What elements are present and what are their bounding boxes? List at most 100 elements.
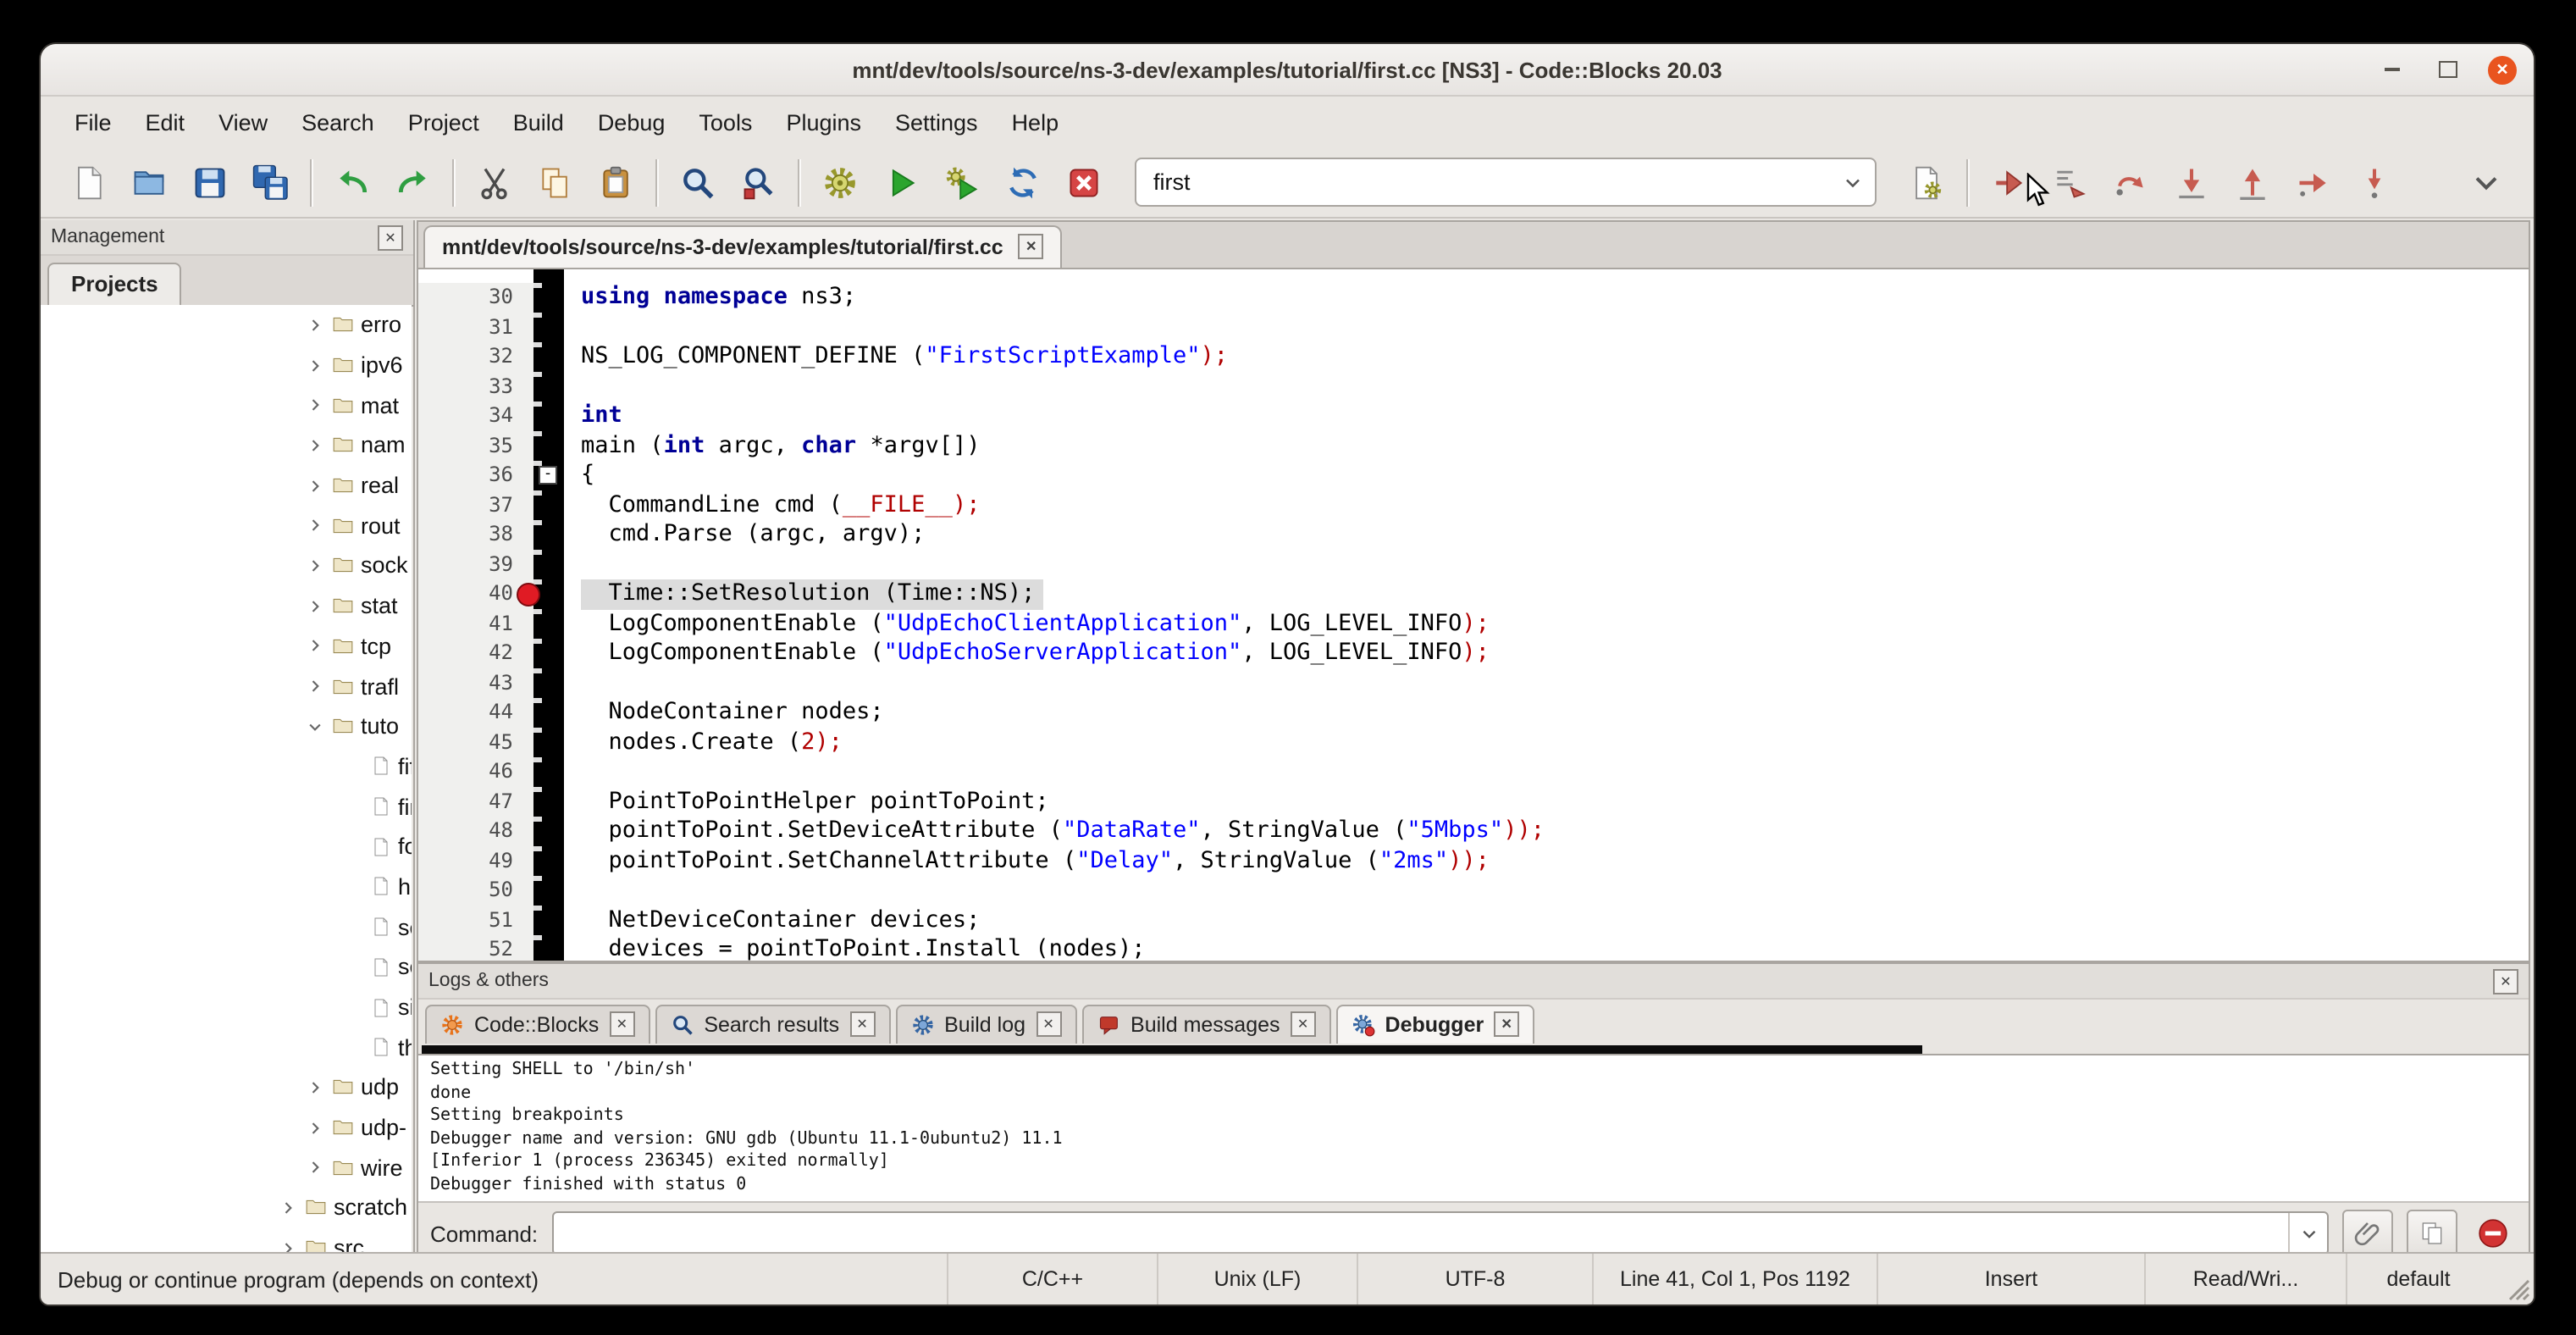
code-line-41[interactable]: 41 LogComponentEnable ("UdpEchoClientApp… [418,609,2529,639]
tab-close-icon[interactable]: ✕ [609,1011,634,1037]
tree-item-fo[interactable]: fo [41,827,412,867]
toolbar-overflow-button[interactable] [2456,153,2517,211]
tree-item-sock[interactable]: sock [41,546,412,585]
code-line-42[interactable]: 42 LogComponentEnable ("UdpEchoServerApp… [418,639,2529,668]
code-line-38[interactable]: 38 cmd.Parse (argc, argv); [418,520,2529,550]
code-line-43[interactable]: 43 [418,668,2529,698]
chevron-right-icon[interactable] [307,1160,329,1177]
step-out-button[interactable] [2222,153,2283,211]
build-and-run-button[interactable] [931,153,992,211]
logs-tab-code-blocks[interactable]: Code::Blocks✕ [425,1005,650,1044]
chevron-right-icon[interactable] [307,357,329,374]
tree-item-se[interactable]: se [41,947,412,987]
tree-item-he[interactable]: he [41,867,412,906]
menu-search[interactable]: Search [285,102,391,141]
line-number[interactable]: 41 [418,609,533,639]
compile-current-file-button[interactable] [1897,153,1958,211]
line-number[interactable]: 52 [418,935,533,962]
chevron-right-icon[interactable] [307,557,329,574]
tree-item-trafl[interactable]: trafl [41,666,412,706]
code-line-52[interactable]: 52 devices = pointToPoint.Install (nodes… [418,935,2529,962]
line-number[interactable]: 44 [418,698,533,728]
step-into-button[interactable] [2161,153,2222,211]
tab-close-icon[interactable]: ✕ [1036,1011,1061,1037]
next-line-button[interactable] [2100,153,2161,211]
tree-item-th[interactable]: th [41,1028,412,1067]
rebuild-button[interactable] [992,153,1053,211]
code-line-50[interactable]: 50 [418,876,2529,906]
editor-tab-close-icon[interactable]: ✕ [1019,234,1044,259]
menu-edit[interactable]: Edit [129,102,202,141]
line-number[interactable]: 35 [418,431,533,461]
code-line-45[interactable]: 45 nodes.Create (2); [418,728,2529,757]
menu-build[interactable]: Build [496,102,581,141]
project-tree[interactable]: erroipv6matnamrealroutsockstattcptrafltu… [41,305,412,1254]
code-line-31[interactable]: 31 [418,313,2529,342]
attach-log-button[interactable] [2342,1210,2393,1257]
chevron-right-icon[interactable] [307,437,329,454]
maximize-button[interactable] [2432,54,2463,85]
line-number[interactable]: 46 [418,757,533,787]
logs-close-icon[interactable]: ✕ [2493,968,2518,994]
logs-tab-search-results[interactable]: Search results✕ [655,1005,890,1044]
tab-projects[interactable]: Projects [47,263,182,305]
tree-item-se[interactable]: se [41,907,412,947]
line-number[interactable]: 30 [418,283,533,313]
line-number[interactable]: 32 [418,342,533,372]
chevron-down-icon[interactable] [307,717,329,734]
line-number[interactable]: 48 [418,817,533,846]
chevron-right-icon[interactable] [307,678,329,695]
code-line-36[interactable]: 36-{ [418,461,2529,490]
code-line-48[interactable]: 48 pointToPoint.SetDeviceAttribute ("Dat… [418,817,2529,846]
line-number[interactable]: 47 [418,787,533,817]
code-line-47[interactable]: 47 PointToPointHelper pointToPoint; [418,787,2529,817]
logs-tab-debugger[interactable]: Debugger✕ [1336,1005,1535,1044]
logs-tab-build-log[interactable]: Build log✕ [895,1005,1076,1044]
abort-button[interactable] [1053,153,1114,211]
command-input[interactable] [551,1211,2329,1255]
tree-item-erro[interactable]: erro [41,305,412,345]
tree-item-wire[interactable]: wire [41,1148,412,1188]
line-number[interactable]: 34 [418,402,533,431]
chevron-right-icon[interactable] [307,477,329,494]
titlebar[interactable]: mnt/dev/tools/source/ns-3-dev/examples/t… [41,44,2534,97]
menu-help[interactable]: Help [995,102,1076,141]
code-line-39[interactable]: 39 [418,550,2529,579]
copy-log-button[interactable] [2407,1210,2457,1257]
line-number[interactable]: 42 [418,639,533,668]
code-area[interactable]: 30using namespace ns3;3132NS_LOG_COMPONE… [417,268,2530,962]
management-close-icon[interactable]: ✕ [378,224,403,250]
code-line-40[interactable]: 40 Time::SetResolution (Time::NS); [418,579,2529,609]
line-number[interactable]: 36 [418,461,533,490]
chevron-right-icon[interactable] [307,597,329,614]
menu-file[interactable]: File [58,102,129,141]
tab-close-icon[interactable]: ✕ [849,1011,875,1037]
tab-close-icon[interactable]: ✕ [1494,1011,1519,1037]
tree-item-nam[interactable]: nam [41,425,412,465]
line-number[interactable]: 43 [418,668,533,698]
code-line-34[interactable]: 34int [418,402,2529,431]
tree-item-stat[interactable]: stat [41,586,412,626]
menu-tools[interactable]: Tools [682,102,769,141]
command-dropdown-icon[interactable] [2288,1213,2327,1254]
chevron-right-icon[interactable] [307,317,329,334]
code-line-33[interactable]: 33 [418,372,2529,402]
breakpoint-marker[interactable] [517,582,540,606]
chevron-right-icon[interactable] [279,1199,301,1216]
code-line-51[interactable]: 51 NetDeviceContainer devices; [418,906,2529,935]
tree-item-tcp[interactable]: tcp [41,626,412,666]
line-number[interactable]: 49 [418,846,533,876]
resize-grip[interactable] [2490,1254,2534,1305]
menu-plugins[interactable]: Plugins [769,102,878,141]
code-line-35[interactable]: 35main (int argc, char *argv[]) [418,431,2529,461]
minimize-button[interactable] [2376,54,2407,85]
tree-item-tuto[interactable]: tuto [41,706,412,746]
logs-tab-build-messages[interactable]: Build messages✕ [1081,1005,1331,1044]
menu-project[interactable]: Project [391,102,496,141]
chevron-right-icon[interactable] [307,396,329,413]
save-all-button[interactable] [240,153,301,211]
tree-item-rout[interactable]: rout [41,506,412,546]
line-number[interactable]: 38 [418,520,533,550]
tree-item-scratch[interactable]: scratch [41,1188,412,1227]
code-line-46[interactable]: 46 [418,757,2529,787]
